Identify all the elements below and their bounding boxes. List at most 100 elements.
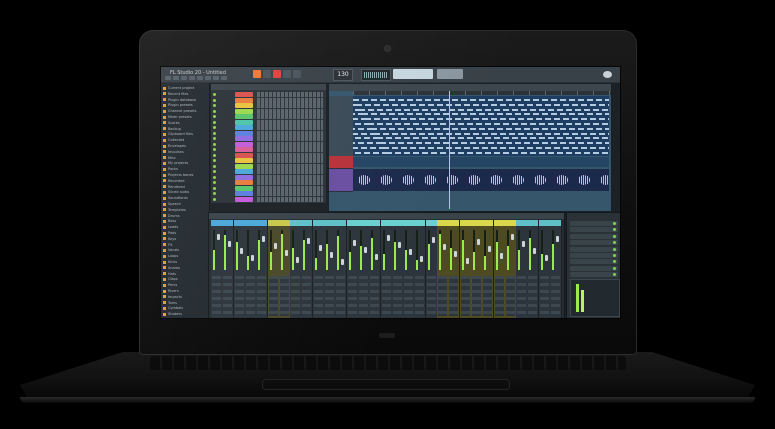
effect-enable-led[interactable] xyxy=(613,241,616,245)
routing-knobs[interactable] xyxy=(438,276,447,316)
step-sequencer[interactable] xyxy=(257,119,323,125)
channel-name-button[interactable] xyxy=(235,136,253,141)
browser-item[interactable]: Packs xyxy=(163,167,207,172)
volume-fader[interactable] xyxy=(341,259,345,265)
browser-item[interactable]: Speech xyxy=(163,202,207,207)
mixer-channel-strip[interactable] xyxy=(516,220,529,318)
routing-knobs[interactable] xyxy=(528,276,538,316)
channel-row[interactable] xyxy=(213,103,324,108)
menu-view[interactable] xyxy=(197,76,203,80)
routing-knobs[interactable] xyxy=(291,276,301,316)
routing-knobs[interactable] xyxy=(449,276,459,316)
mixer-channel-strip[interactable] xyxy=(222,220,235,318)
volume-fader[interactable] xyxy=(386,235,390,241)
channel-name-button[interactable] xyxy=(235,158,253,163)
browser-item[interactable]: FX xyxy=(163,243,207,248)
volume-fader[interactable] xyxy=(488,246,492,252)
menu-tools[interactable] xyxy=(213,76,219,80)
browser-item[interactable]: Misc xyxy=(163,156,207,161)
mixer-channel-strip[interactable] xyxy=(538,220,551,318)
channel-rack-header[interactable] xyxy=(211,84,326,90)
pattern-mode-button[interactable] xyxy=(293,70,301,78)
volume-fader[interactable] xyxy=(522,241,526,247)
browser-item[interactable]: Claps xyxy=(163,277,207,282)
browser-item[interactable]: Sliced audio xyxy=(163,190,207,195)
routing-knobs[interactable] xyxy=(381,276,391,316)
routing-knobs[interactable] xyxy=(257,276,267,316)
channel-name-button[interactable] xyxy=(235,141,253,147)
channel-row[interactable] xyxy=(213,108,324,114)
channel-row[interactable] xyxy=(213,130,324,136)
browser-item[interactable]: Backup xyxy=(163,127,207,132)
mixer-channel-strip[interactable] xyxy=(459,220,472,318)
volume-fader[interactable] xyxy=(420,256,424,262)
step-sequencer[interactable] xyxy=(257,130,323,136)
channel-mute-led[interactable] xyxy=(213,109,216,113)
channel-mute-led[interactable] xyxy=(213,153,216,157)
step-sequencer[interactable] xyxy=(257,147,323,152)
channel-row[interactable] xyxy=(213,158,324,163)
mixer-channel-strip[interactable] xyxy=(335,220,348,318)
browser-item[interactable]: Kicks xyxy=(163,260,207,265)
routing-knobs[interactable] xyxy=(223,276,233,316)
track-header-1[interactable] xyxy=(329,96,353,157)
volume-fader[interactable] xyxy=(239,248,243,254)
step-sequencer[interactable] xyxy=(257,169,323,174)
channel-name-button[interactable] xyxy=(235,92,253,97)
step-sequencer[interactable] xyxy=(257,163,323,169)
effect-enable-led[interactable] xyxy=(613,222,616,225)
browser-item[interactable]: Plugin presets xyxy=(163,103,207,108)
effect-enable-led[interactable] xyxy=(613,273,616,277)
browser-item[interactable]: Impulses xyxy=(163,150,207,155)
effect-slot[interactable] xyxy=(570,240,618,246)
volume-fader[interactable] xyxy=(228,241,232,247)
channel-name-button[interactable] xyxy=(235,119,253,125)
effect-slot[interactable] xyxy=(570,253,618,258)
channel-mute-led[interactable] xyxy=(213,98,216,102)
volume-fader[interactable] xyxy=(307,238,311,244)
browser-item[interactable]: My projects xyxy=(163,161,207,166)
menu-edit[interactable] xyxy=(173,76,179,80)
channel-name-button[interactable] xyxy=(235,130,253,136)
record-button[interactable] xyxy=(273,70,281,78)
routing-knobs[interactable] xyxy=(347,276,357,316)
automation-clip[interactable] xyxy=(353,157,609,167)
browser-item[interactable]: Pads xyxy=(163,231,207,236)
mixer-channel-strip[interactable] xyxy=(527,220,540,318)
step-sequencer[interactable] xyxy=(257,152,323,158)
volume-fader[interactable] xyxy=(318,245,322,251)
step-sequencer[interactable] xyxy=(257,114,323,119)
channel-mute-led[interactable] xyxy=(213,126,216,129)
channel-name-button[interactable] xyxy=(235,97,253,103)
menu-add[interactable] xyxy=(181,76,187,80)
mixer-channel-strip[interactable] xyxy=(493,220,506,318)
channel-row[interactable] xyxy=(213,152,324,158)
routing-knobs[interactable] xyxy=(460,276,470,316)
channel-row[interactable] xyxy=(213,92,324,97)
effect-slot[interactable] xyxy=(570,265,618,271)
routing-knobs[interactable] xyxy=(404,276,414,316)
browser-item[interactable]: Plugin database xyxy=(163,98,207,103)
routing-knobs[interactable] xyxy=(551,276,560,316)
channel-mute-led[interactable] xyxy=(213,175,216,179)
mixer-channel-strip[interactable] xyxy=(301,220,314,318)
effect-slot[interactable] xyxy=(570,227,618,233)
channel-row[interactable] xyxy=(213,180,324,185)
routing-knobs[interactable] xyxy=(483,276,493,316)
mixer-channel-strip[interactable] xyxy=(346,220,359,318)
mixer-channel-strip[interactable] xyxy=(380,220,393,318)
channel-mute-led[interactable] xyxy=(213,164,216,168)
mixer-channel-strip[interactable] xyxy=(482,220,495,318)
channel-name-button[interactable] xyxy=(235,196,253,202)
mixer-channel-strip[interactable] xyxy=(437,220,449,318)
mixer-channel-strip[interactable] xyxy=(504,220,517,318)
playhead[interactable] xyxy=(449,91,450,209)
mixer-channel-strip[interactable] xyxy=(256,220,269,318)
channel-mute-led[interactable] xyxy=(213,115,216,118)
volume-fader[interactable] xyxy=(443,244,446,250)
routing-knobs[interactable] xyxy=(336,276,346,316)
menu-file[interactable] xyxy=(165,76,171,80)
channel-mute-led[interactable] xyxy=(213,197,216,201)
channel-mute-led[interactable] xyxy=(213,120,216,124)
mixer-channel-strip[interactable] xyxy=(278,220,291,318)
